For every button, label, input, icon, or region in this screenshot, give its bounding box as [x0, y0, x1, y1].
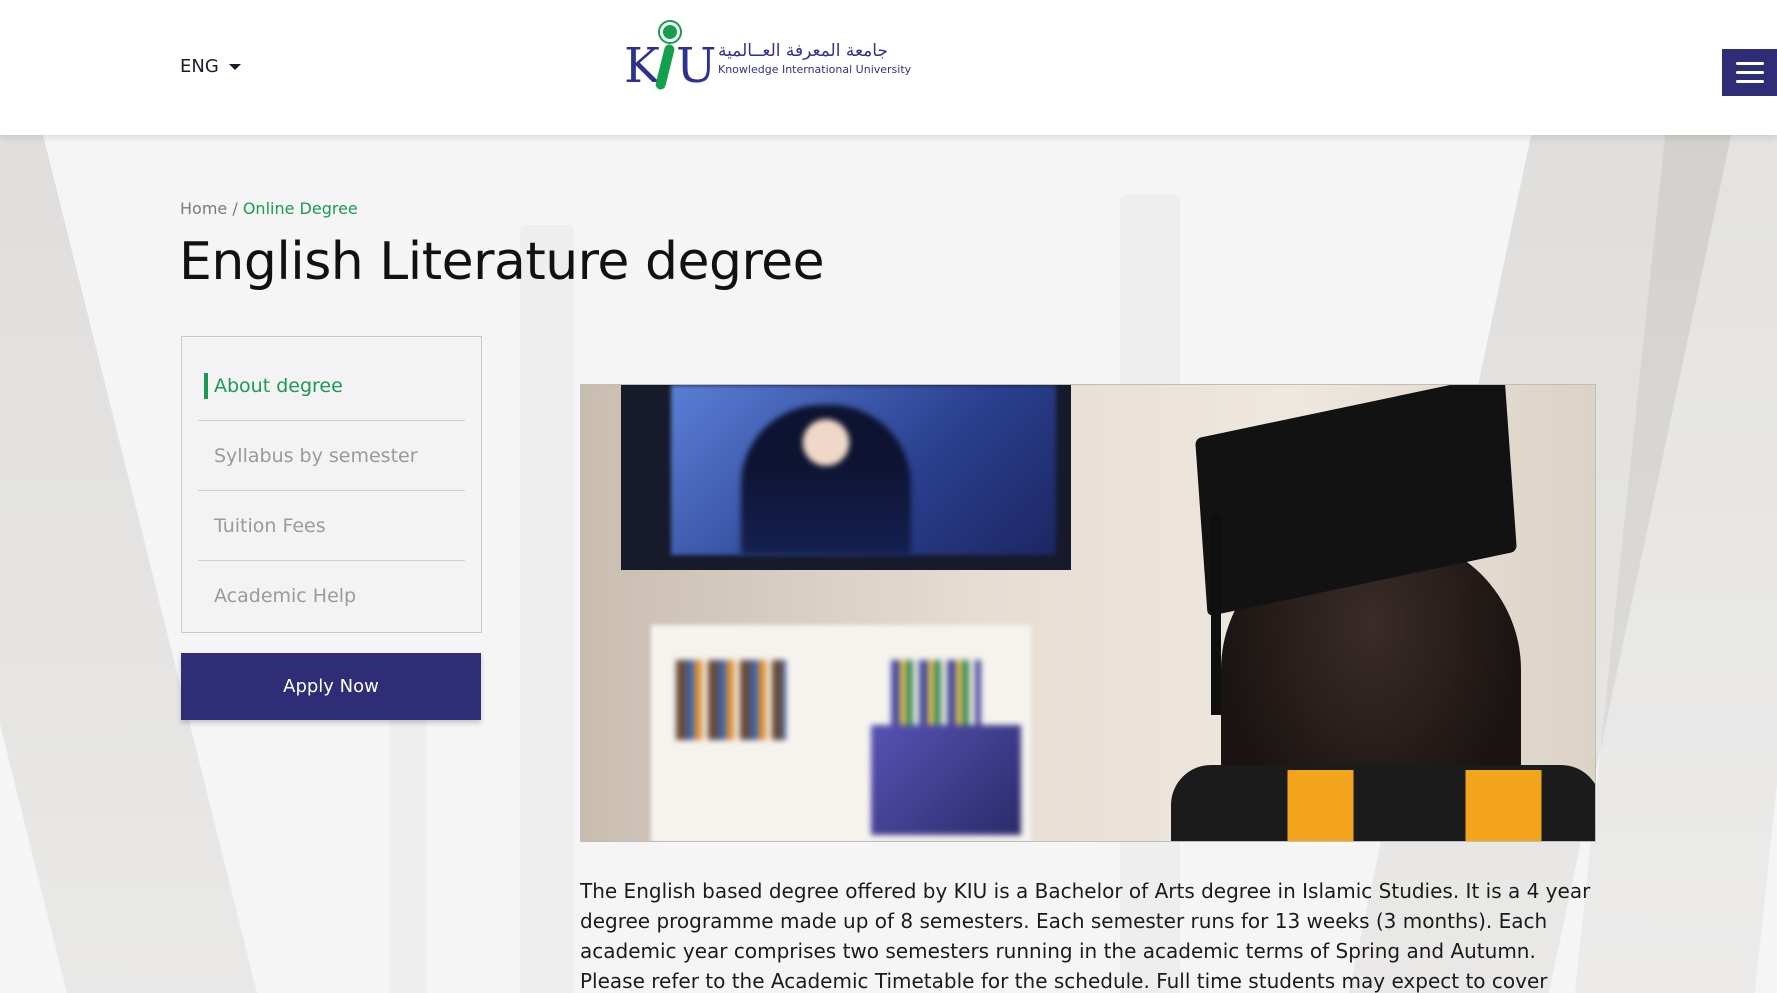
breadcrumb-current[interactable]: Online Degree — [243, 199, 358, 218]
logo-english-name: Knowledge International University — [718, 63, 912, 76]
side-nav-item-syllabus[interactable]: Syllabus by semester — [198, 421, 465, 491]
side-nav-item-tuition-fees[interactable]: Tuition Fees — [198, 491, 465, 561]
caret-down-icon — [228, 63, 241, 70]
side-nav-item-label: Syllabus by semester — [214, 444, 418, 467]
logo-text: جامعة المعرفة العــالمية Knowledge Inter… — [718, 41, 911, 77]
side-nav-item-label: Tuition Fees — [214, 514, 326, 537]
tv-illustration — [621, 385, 1071, 570]
breadcrumb-home-link[interactable]: Home — [180, 199, 227, 218]
side-nav-item-about-degree[interactable]: About degree — [198, 351, 465, 421]
laptop-illustration — [871, 725, 1021, 835]
language-selector[interactable]: ENG — [180, 56, 241, 77]
kiu-logo-mark: K U — [624, 22, 716, 96]
language-label: ENG — [180, 56, 219, 77]
side-nav-item-label: About degree — [214, 374, 343, 397]
site-logo[interactable]: K U جامعة المعرفة العــالمية Knowledge I… — [624, 22, 911, 96]
hamburger-icon — [1735, 62, 1764, 65]
hamburger-menu-button[interactable] — [1722, 49, 1777, 96]
hero-image-graduate-watching-ceremony — [580, 384, 1596, 842]
site-header: ENG K U جامعة المعرفة العــالمية Knowled… — [0, 0, 1777, 135]
degree-description: The English based degree offered by KIU … — [580, 879, 1591, 993]
side-nav-item-academic-help[interactable]: Academic Help — [198, 561, 465, 631]
page-title: English Literature degree — [179, 232, 825, 292]
side-nav-item-label: Academic Help — [214, 585, 357, 607]
apply-now-button[interactable]: Apply Now — [181, 653, 481, 720]
logo-arabic-name: جامعة المعرفة العــالمية — [718, 41, 888, 61]
breadcrumb-separator: / — [232, 199, 238, 218]
degree-side-nav: About degree Syllabus by semester Tuitio… — [181, 336, 482, 633]
breadcrumb: Home / Online Degree — [180, 199, 358, 218]
